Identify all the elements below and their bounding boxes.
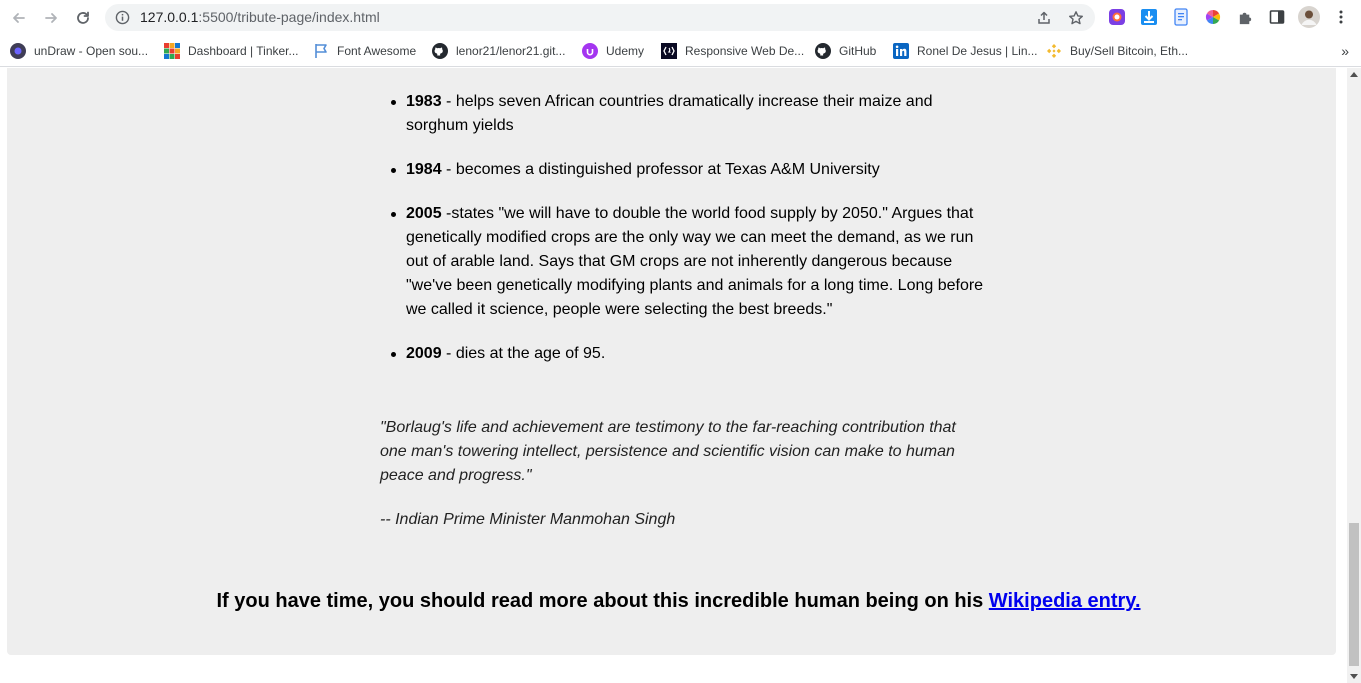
github-icon [815, 43, 831, 59]
browser-toolbar: 127.0.0.1:5500/tribute-page/index.html [0, 0, 1361, 35]
url-text[interactable]: 127.0.0.1:5500/tribute-page/index.html [140, 9, 380, 25]
timeline-text: - dies at the age of 95. [441, 345, 606, 362]
side-panel-icon[interactable] [1266, 6, 1288, 28]
timeline-text: -states "we will have to double the worl… [406, 205, 984, 318]
reload-button[interactable] [70, 5, 96, 31]
timeline-year: 2005 [406, 205, 442, 222]
bookmark-linkedin[interactable]: Ronel De Jesus | Lin... [893, 40, 1038, 62]
scroll-up-arrow-icon[interactable] [1350, 72, 1358, 77]
page-viewport: 1983 - helps seven African countries dra… [0, 68, 1347, 683]
tribute-info-panel: 1983 - helps seven African countries dra… [7, 68, 1336, 655]
profile-avatar[interactable] [1298, 6, 1320, 28]
bookmark-label: Font Awesome [337, 44, 417, 58]
scroll-down-arrow-icon[interactable] [1350, 674, 1358, 679]
bookmark-label: Ronel De Jesus | Lin... [917, 44, 1038, 58]
bookmarks-bar: unDraw - Open sou... Dashboard | Tinker.… [0, 35, 1361, 67]
bookmark-label: unDraw - Open sou... [34, 44, 149, 58]
extension-colorzilla-icon[interactable] [1106, 6, 1128, 28]
share-button[interactable] [1033, 7, 1055, 29]
cta-text: If you have time, you should read more a… [216, 590, 989, 612]
quote-author: -- Indian Prime Minister Manmohan Singh [380, 511, 676, 528]
extensions-puzzle-icon[interactable] [1234, 6, 1256, 28]
timeline-item: 2005 -states "we will have to double the… [391, 202, 986, 322]
bookmark-font-awesome[interactable]: Font Awesome [313, 40, 416, 62]
star-icon [1069, 11, 1083, 25]
binance-icon [1046, 43, 1062, 59]
page-scrollbar[interactable] [1347, 68, 1361, 683]
bookmark-lenor21[interactable]: lenor21/lenor21.git... [432, 40, 565, 62]
undraw-icon [10, 43, 26, 59]
timeline-item: 1984 - becomes a distinguished professor… [391, 158, 986, 182]
bookmark-github[interactable]: GitHub [815, 40, 876, 62]
bookmarks-overflow-button[interactable]: » [1341, 43, 1349, 59]
arrow-left-icon [13, 13, 25, 23]
url-path: :5500/tribute-page/index.html [198, 9, 380, 25]
timeline-text: - becomes a distinguished professor at T… [441, 161, 880, 178]
extension-download-icon[interactable] [1138, 6, 1160, 28]
bookmark-udemy[interactable]: Udemy [582, 40, 644, 62]
arrow-right-icon [45, 13, 57, 23]
bookmark-label: Buy/Sell Bitcoin, Eth... [1070, 44, 1189, 58]
bookmark-label: Responsive Web De... [685, 44, 805, 58]
github-icon [432, 43, 448, 59]
bookmark-undraw[interactable]: unDraw - Open sou... [10, 40, 148, 62]
tinkercad-icon [164, 43, 180, 59]
timeline-text: - helps seven African countries dramatic… [406, 93, 933, 134]
extension-docs-icon[interactable] [1170, 6, 1192, 28]
timeline-list: 1983 - helps seven African countries dra… [391, 90, 986, 386]
wikipedia-cta: If you have time, you should read more a… [7, 590, 1347, 613]
bookmark-binance[interactable]: Buy/Sell Bitcoin, Eth... [1046, 40, 1188, 62]
linkedin-icon [893, 43, 909, 59]
flag-icon [313, 43, 329, 59]
browser-menu-icon[interactable] [1330, 6, 1352, 28]
tribute-quote: "Borlaug's life and achievement are test… [380, 419, 956, 484]
address-bar[interactable]: 127.0.0.1:5500/tribute-page/index.html [105, 4, 1095, 31]
bookmark-tinkercad[interactable]: Dashboard | Tinker... [164, 40, 299, 62]
bookmark-star-button[interactable] [1065, 7, 1087, 29]
bookmark-responsive-web[interactable]: Responsive Web De... [661, 40, 804, 62]
site-info-icon[interactable] [114, 9, 131, 26]
timeline-year: 1984 [406, 161, 442, 178]
forward-button[interactable] [38, 5, 64, 31]
timeline-year: 2009 [406, 345, 442, 362]
timeline-item: 2009 - dies at the age of 95. [391, 342, 986, 366]
wikipedia-link[interactable]: Wikipedia entry. [989, 590, 1141, 612]
fcc-icon [661, 43, 677, 59]
bookmark-label: Dashboard | Tinker... [188, 44, 299, 58]
udemy-icon [582, 43, 598, 59]
share-icon [1038, 11, 1050, 24]
timeline-item: 1983 - helps seven African countries dra… [391, 90, 986, 138]
reload-icon [77, 11, 89, 24]
url-host: 127.0.0.1 [140, 9, 199, 25]
back-button[interactable] [6, 5, 32, 31]
scrollbar-thumb[interactable] [1349, 523, 1359, 666]
bookmark-label: lenor21/lenor21.git... [456, 44, 566, 58]
bookmark-label: Udemy [606, 44, 645, 58]
bookmark-label: GitHub [839, 44, 877, 58]
timeline-year: 1983 [406, 93, 442, 110]
extension-color-wheel-icon[interactable] [1202, 6, 1224, 28]
